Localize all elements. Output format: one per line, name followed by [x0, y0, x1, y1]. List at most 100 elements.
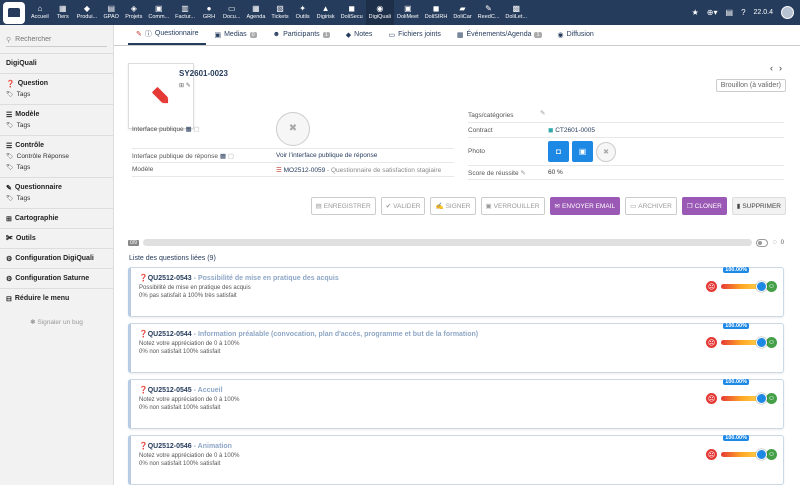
sidebar-subitem[interactable]: 🏷 Tags	[0, 120, 113, 131]
top-menu-item[interactable]: ✎ ReedC...	[475, 0, 503, 25]
divider	[0, 268, 113, 269]
divider	[0, 248, 113, 249]
answer-slider[interactable]	[721, 449, 767, 460]
sidebar-item[interactable]: ⊞ Cartographie	[0, 213, 113, 224]
print-icon[interactable]: ▤	[726, 8, 734, 17]
tab[interactable]: ◉ Diffusion	[550, 24, 602, 45]
slider-handle[interactable]	[756, 337, 767, 348]
top-menu-item[interactable]: ● GRH	[198, 0, 220, 25]
sidebar-item[interactable]: ✎ Questionnaire	[0, 182, 113, 193]
sidebar-item[interactable]: ❓ Question	[0, 78, 113, 89]
tab[interactable]: ☻ Participants 1	[265, 24, 338, 45]
public-response-link[interactable]: Voir l'interface publique de réponse	[276, 152, 377, 159]
sidebar-item[interactable]: ☰ Contrôle	[0, 140, 113, 151]
top-menu-item[interactable]: ▣ DoliMeet	[394, 0, 422, 25]
action-button[interactable]: ✉ Envoyer email	[549, 197, 621, 215]
progress-toggle[interactable]	[756, 238, 769, 247]
top-menu-item[interactable]: ▦ Agenda	[243, 0, 268, 25]
field-label: Interface publique ▦ ▢	[132, 125, 200, 133]
action-button[interactable]: ▭ Archiver	[625, 197, 677, 215]
action-button[interactable]: ▣ Verrouiller	[480, 197, 545, 215]
answer-slider[interactable]	[721, 393, 767, 404]
top-menu-item[interactable]: ◼ DoliSecu	[338, 0, 366, 25]
top-menu-item[interactable]: ▰ DoliCar	[450, 0, 474, 25]
field-row-model: Modèle ☰ MO2512-0059 - Questionnaire de …	[132, 163, 454, 177]
sitemap-icon[interactable]: ⊞	[179, 83, 184, 89]
tab[interactable]: ✎ ⓘ Questionnaire	[128, 24, 207, 45]
slider-handle[interactable]	[756, 281, 767, 292]
sidebar-item[interactable]: ⚙ Configuration DigiQuali	[0, 253, 113, 264]
top-menu-item[interactable]: ▥ Factur...	[172, 0, 198, 25]
sad-face-icon[interactable]: ☹	[706, 449, 717, 460]
sidebar-item[interactable]: ⚙ Configuration Saturne	[0, 273, 113, 284]
hidden-eye-icon[interactable]: ◌	[772, 239, 776, 246]
sidebar-subitem[interactable]: 🏷 Tags	[0, 193, 113, 204]
happy-face-icon[interactable]: ☺	[766, 393, 777, 404]
tab[interactable]: ▣ Medias 0	[206, 24, 264, 45]
sidebar-subitem[interactable]: 🏷 Tags	[0, 89, 113, 100]
edit-tags-icon[interactable]: ✎	[540, 109, 545, 117]
dolibarr-logo[interactable]	[3, 1, 25, 24]
slider-handle[interactable]	[756, 393, 767, 404]
sidebar-app-title[interactable]: DigiQuali	[0, 58, 113, 69]
edit-score-icon[interactable]: ✎	[520, 170, 525, 177]
next-record-icon[interactable]: ›	[779, 63, 782, 73]
top-menu-item[interactable]: ▦ Tiers	[52, 0, 74, 25]
action-button[interactable]: ▤ Enregistrer	[310, 197, 376, 215]
sad-face-icon[interactable]: ☹	[706, 281, 717, 292]
answer-slider[interactable]	[721, 337, 767, 348]
qrcode-icon[interactable]: ▦	[220, 153, 226, 160]
copy-icon[interactable]: ▢	[228, 153, 234, 160]
sidebar-item[interactable]: ✀ Outils	[0, 233, 113, 244]
top-menu-item[interactable]: ▲ Digirisk	[314, 0, 338, 25]
action-button[interactable]: ▮ Supprimer	[731, 197, 786, 215]
top-menu-item[interactable]: ◆ Produi...	[74, 0, 100, 25]
question-ref-link[interactable]: QU2512-0543	[148, 275, 192, 282]
model-link[interactable]: MO2512-0059	[284, 167, 326, 174]
sidebar-item[interactable]: ⊟ Réduire le menu	[0, 293, 113, 304]
report-bug-link[interactable]: ✱ Signaler un bug	[0, 318, 113, 326]
sidebar-subitem[interactable]: 🏷 Contrôle Réponse	[0, 151, 113, 162]
happy-face-icon[interactable]: ☺	[766, 449, 777, 460]
user-avatar[interactable]	[781, 6, 794, 19]
search-input[interactable]	[15, 36, 96, 43]
top-menu-item[interactable]: ⌂ Accueil	[28, 0, 52, 25]
contract-link[interactable]: CT2601-0005	[555, 127, 595, 134]
edit-icon[interactable]: ✎	[186, 83, 191, 89]
top-menu-item[interactable]: ◈ Projets	[122, 0, 145, 25]
field-row-contract: Contract ◼ CT2601-0005	[468, 123, 784, 138]
top-menu-item[interactable]: ✦ Outils	[292, 0, 314, 25]
image-upload-button[interactable]: ▣	[572, 141, 593, 162]
sad-face-icon[interactable]: ☹	[706, 337, 717, 348]
happy-face-icon[interactable]: ☺	[766, 337, 777, 348]
camera-upload-button[interactable]: ◘	[548, 141, 569, 162]
top-menu-item[interactable]: ◼ DoliSIRH	[422, 0, 451, 25]
tab[interactable]: ◆ Notes	[338, 24, 381, 45]
action-button[interactable]: ✍ Signer	[430, 197, 476, 215]
sidebar-item[interactable]: ☰ Modèle	[0, 109, 113, 120]
top-menu-item[interactable]: ▤ GPAO	[100, 0, 122, 25]
top-menu-item[interactable]: ▧ Tickets	[268, 0, 291, 25]
tab[interactable]: ▭ Fichiers joints	[380, 24, 448, 45]
tab[interactable]: ▦ Événements/Agenda 1	[449, 24, 550, 45]
sad-face-icon[interactable]: ☹	[706, 393, 717, 404]
sidebar-subitem[interactable]: 🏷 Tags	[0, 162, 113, 173]
question-ref-link[interactable]: QU2512-0544	[148, 331, 192, 338]
globe-icon[interactable]: ⊕▾	[707, 8, 718, 17]
top-menu-item[interactable]: ◉ DigiQuali	[365, 0, 394, 25]
question-ref-link[interactable]: QU2512-0545	[148, 387, 192, 394]
help-icon[interactable]: ?	[741, 8, 745, 17]
star-icon[interactable]: ★	[692, 8, 699, 17]
top-menu-item[interactable]: ▩ DoliLet...	[502, 0, 530, 25]
answer-slider[interactable]	[721, 281, 767, 292]
previous-record-icon[interactable]: ‹	[770, 63, 773, 73]
happy-face-icon[interactable]: ☺	[766, 281, 777, 292]
copy-icon[interactable]: ▢	[193, 126, 199, 133]
top-menu-item[interactable]: ▣ Comm...	[145, 0, 172, 25]
action-button[interactable]: ✔ Valider	[380, 197, 426, 215]
qrcode-icon[interactable]: ▦	[186, 126, 192, 133]
top-menu-item[interactable]: ▭ Docu...	[220, 0, 243, 25]
question-ref-link[interactable]: QU2512-0546	[148, 443, 192, 450]
slider-handle[interactable]	[756, 449, 767, 460]
action-button[interactable]: ❐ Cloner	[681, 197, 727, 215]
